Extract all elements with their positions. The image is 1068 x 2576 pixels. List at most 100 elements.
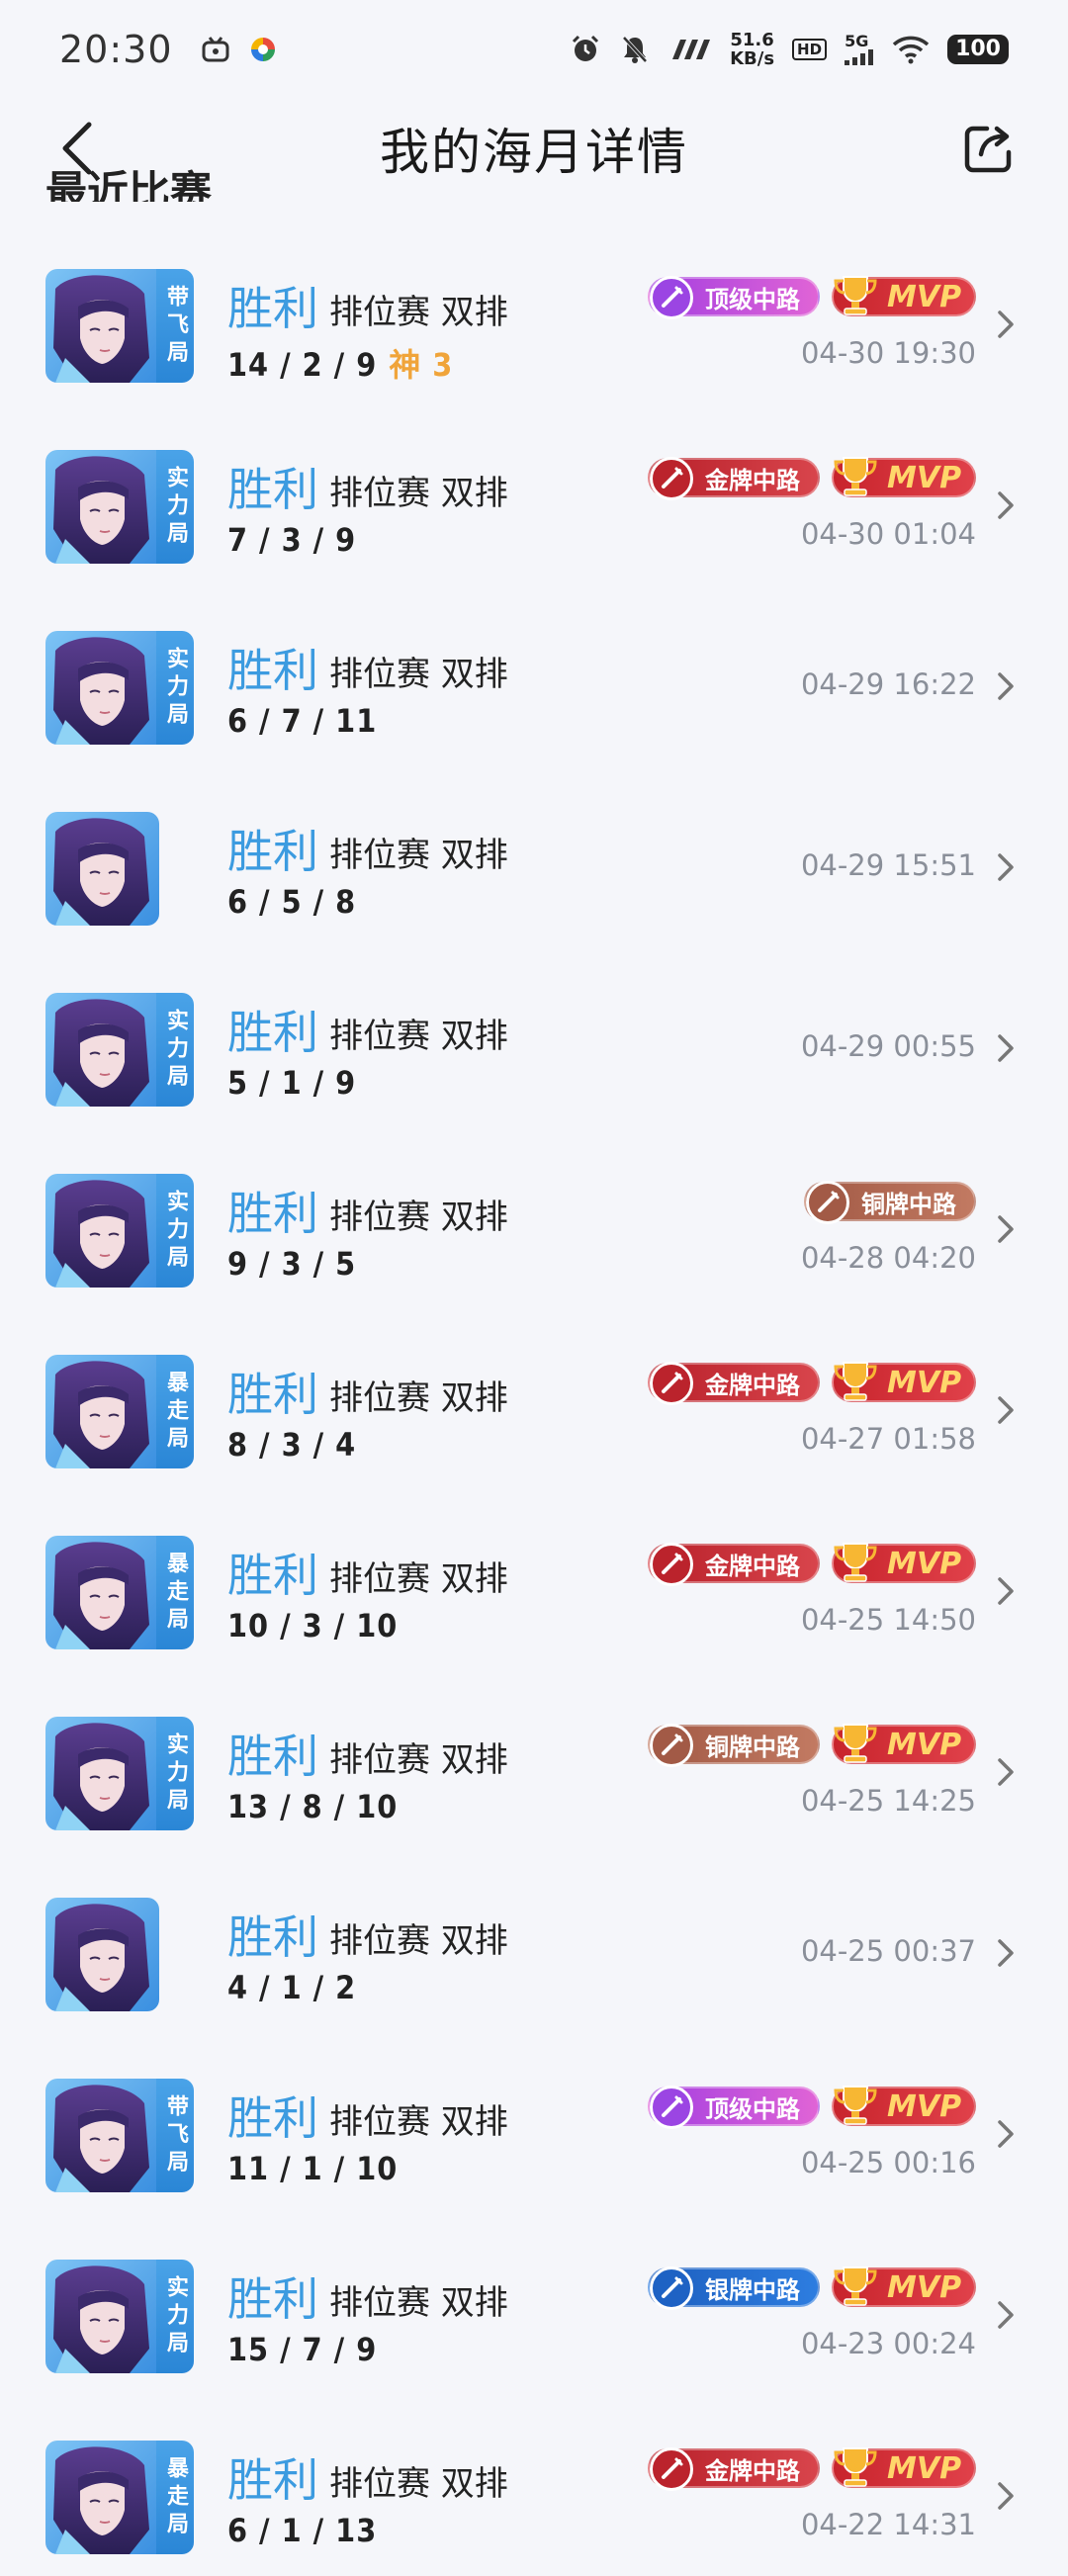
- match-result: 胜利: [227, 1549, 318, 1602]
- status-time: 20:30: [59, 28, 173, 71]
- chevron-right-icon[interactable]: [993, 1028, 1019, 1068]
- lane-rank-label: 金牌中路: [705, 2456, 800, 2485]
- kda-value: 5 / 1 / 9: [227, 1064, 357, 1102]
- match-type-tag: 实力局: [156, 1174, 194, 1288]
- mvp-label: MVP: [887, 1365, 962, 1400]
- match-mode: 排位赛 双排: [329, 2283, 508, 2323]
- match-result: 胜利: [227, 825, 318, 878]
- lane-rank-label: 金牌中路: [705, 1552, 800, 1580]
- lane-rank-badge: 银牌中路: [648, 2266, 820, 2310]
- trophy-icon: [834, 1724, 877, 1763]
- match-type-tag: 暴走局: [156, 1355, 194, 1468]
- trophy-icon: [834, 457, 877, 496]
- trophy-icon: [834, 2086, 877, 2125]
- chevron-right-icon[interactable]: [993, 2295, 1019, 2335]
- match-row[interactable]: 带飞局 胜利 排位赛 双排 11 / 1 / 10 顶级中路 MVP 04-25 00:16: [0, 2045, 1068, 2226]
- match-badges: 顶级中路 MVP: [648, 276, 976, 319]
- match-row[interactable]: 暴走局 胜利 排位赛 双排 10 / 3 / 10 金牌中路 MVP 04-25 14:50: [0, 1502, 1068, 1683]
- match-row[interactable]: 实力局 胜利 排位赛 双排 6 / 7 / 11 04-29 16:22: [0, 597, 1068, 778]
- kda-value: 15 / 7 / 9: [227, 2331, 378, 2368]
- hero-portrait-image: [45, 450, 159, 564]
- chevron-right-icon[interactable]: [993, 1933, 1019, 1973]
- lane-rank-label: 顶级中路: [705, 2094, 800, 2123]
- trophy-icon: [834, 2266, 877, 2306]
- match-row[interactable]: 暴走局 胜利 排位赛 双排 8 / 3 / 4 金牌中路 MVP 04-27 01:58: [0, 1321, 1068, 1502]
- match-mode: 排位赛 双排: [329, 293, 508, 332]
- match-result: 胜利: [227, 644, 318, 697]
- chevron-right-icon[interactable]: [993, 1390, 1019, 1430]
- match-result: 胜利: [227, 2091, 318, 2145]
- match-time: 04-29 15:51: [800, 848, 976, 882]
- kda-value: 6 / 7 / 11: [227, 702, 378, 740]
- kda-value: 7 / 3 / 9: [227, 521, 357, 559]
- chevron-right-icon[interactable]: [993, 2114, 1019, 2154]
- match-mode: 排位赛 双排: [329, 1559, 508, 1599]
- lane-icon: [650, 1362, 693, 1405]
- match-row[interactable]: 实力局 胜利 排位赛 双排 13 / 8 / 10 铜牌中路 MVP 04-25 14:25: [0, 1683, 1068, 1864]
- match-row[interactable]: 胜利 排位赛 双排 6 / 5 / 8 04-29 15:51: [0, 778, 1068, 959]
- match-row[interactable]: 实力局 胜利 排位赛 双排 5 / 1 / 9 04-29 00:55: [0, 959, 1068, 1140]
- mvp-label: MVP: [887, 2088, 962, 2124]
- share-icon[interactable]: [959, 119, 1019, 178]
- match-time: 04-29 00:55: [800, 1029, 976, 1063]
- chevron-right-icon[interactable]: [993, 666, 1019, 706]
- match-badges: 银牌中路 MVP: [648, 2266, 976, 2310]
- hero-avatar: [45, 1898, 159, 2011]
- match-mode: 排位赛 双排: [329, 655, 508, 694]
- hero-avatar: 带飞局: [45, 2079, 194, 2192]
- hero-avatar: 实力局: [45, 1174, 194, 1288]
- match-type-tag: 实力局: [156, 631, 194, 745]
- chevron-right-icon[interactable]: [993, 1209, 1019, 1249]
- chevron-right-icon[interactable]: [993, 2476, 1019, 2516]
- match-row[interactable]: 实力局 胜利 排位赛 双排 9 / 3 / 5 铜牌中路 04-28 04:20: [0, 1140, 1068, 1321]
- match-kda: 8 / 3 / 4: [227, 1426, 356, 1464]
- lane-rank-badge: 金牌中路: [648, 1543, 820, 1586]
- match-time: 04-25 00:16: [800, 2146, 976, 2179]
- match-badges: 金牌中路 MVP: [648, 2447, 976, 2491]
- colorful-app-icon: [250, 38, 275, 61]
- page-title: 我的海月详情: [380, 124, 688, 181]
- mvp-badge: MVP: [832, 2447, 976, 2488]
- god-streak-label: 神 3: [389, 346, 454, 384]
- match-result: 胜利: [227, 282, 318, 335]
- chevron-right-icon[interactable]: [993, 1571, 1019, 1611]
- match-row[interactable]: 带飞局 胜利 排位赛 双排 14 / 2 / 9 神 3 顶级中路 MVP 04-30 19:…: [0, 235, 1068, 416]
- mvp-badge: MVP: [832, 1724, 976, 1764]
- chevron-right-icon[interactable]: [993, 847, 1019, 887]
- mvp-badge: MVP: [832, 1543, 976, 1583]
- match-time: 04-27 01:58: [800, 1422, 976, 1456]
- match-result: 胜利: [227, 1006, 318, 1059]
- mvp-label: MVP: [887, 2269, 962, 2305]
- hero-avatar: 实力局: [45, 2260, 194, 2373]
- mvp-label: MVP: [887, 1727, 962, 1762]
- status-bar: 20:30 51.6 KB/s HD 5G 100: [0, 0, 1068, 99]
- battery-indicator: 100: [947, 35, 1009, 64]
- hero-portrait-image: [45, 993, 159, 1107]
- hero-avatar: 实力局: [45, 631, 194, 745]
- match-mode: 排位赛 双排: [329, 1378, 508, 1418]
- match-badges: 铜牌中路 MVP: [648, 1724, 976, 1767]
- match-mode: 排位赛 双排: [329, 836, 508, 875]
- match-row[interactable]: 实力局 胜利 排位赛 双排 7 / 3 / 9 金牌中路 MVP 04-30 01:04: [0, 416, 1068, 597]
- match-row[interactable]: 胜利 排位赛 双排 4 / 1 / 2 04-25 00:37: [0, 1864, 1068, 2045]
- trophy-icon: [834, 2447, 877, 2487]
- match-type-tag: 实力局: [156, 1717, 194, 1830]
- match-result: 胜利: [227, 1730, 318, 1783]
- wifi-icon: [892, 36, 930, 64]
- chevron-right-icon[interactable]: [993, 1752, 1019, 1792]
- chevron-right-icon[interactable]: [993, 305, 1019, 344]
- match-row[interactable]: 实力局 胜利 排位赛 双排 15 / 7 / 9 银牌中路 MVP 04-23 00:24: [0, 2226, 1068, 2407]
- trophy-icon: [834, 1543, 877, 1582]
- match-time: 04-22 14:31: [800, 2508, 976, 2541]
- match-time: 04-25 14:25: [800, 1784, 976, 1818]
- hero-portrait-image: [45, 1355, 159, 1468]
- lane-rank-label: 金牌中路: [705, 466, 800, 494]
- chevron-right-icon[interactable]: [993, 486, 1019, 525]
- kda-value: 6 / 1 / 13: [227, 2512, 378, 2549]
- match-kda: 14 / 2 / 9 神 3: [227, 340, 453, 386]
- hero-avatar: [45, 812, 159, 926]
- lane-rank-badge: 金牌中路: [648, 1362, 820, 1405]
- match-kda: 7 / 3 / 9: [227, 521, 356, 559]
- match-mode: 排位赛 双排: [329, 1017, 508, 1056]
- match-row[interactable]: 暴走局 胜利 排位赛 双排 6 / 1 / 13 金牌中路 MVP 04-22 14:31: [0, 2407, 1068, 2576]
